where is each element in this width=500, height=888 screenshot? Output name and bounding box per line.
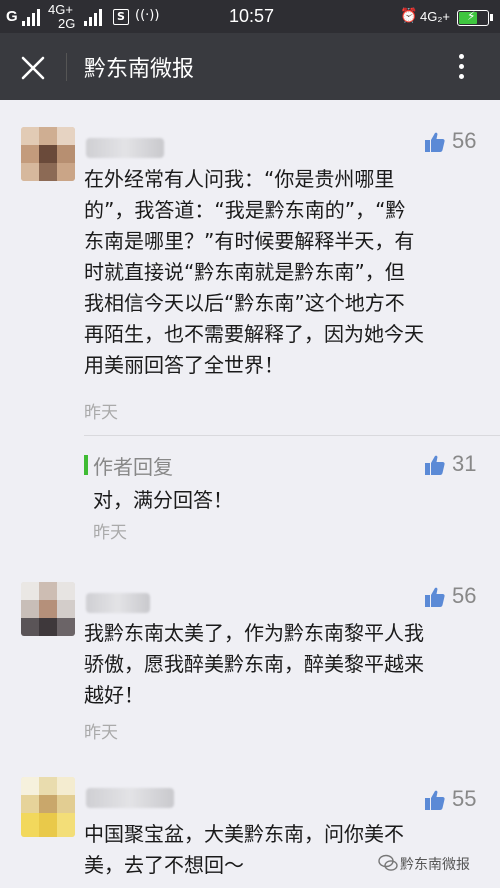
thumbs-up-icon [425, 790, 445, 810]
author-reply-text: 对，满分回答！ [93, 488, 233, 512]
avatar [21, 127, 75, 181]
nickname-blurred [86, 593, 150, 613]
battery-icon: ⚡ [457, 9, 493, 26]
like-button[interactable]: 55 [424, 786, 494, 816]
thumbs-up-icon [425, 132, 445, 152]
thumbs-up-icon [425, 587, 445, 607]
close-icon[interactable] [20, 55, 46, 81]
reply-like-count: 31 [452, 451, 477, 476]
reply-divider [84, 435, 500, 436]
like-button[interactable]: 56 [424, 583, 494, 613]
page-title: 黔东南微报 [84, 57, 195, 82]
more-menu-icon[interactable] [452, 51, 472, 83]
title-bar: 黔东南微报 [0, 33, 500, 100]
s-app-icon: S [113, 9, 129, 25]
carrier-label: G [6, 8, 18, 25]
comment-text: 我黔东南太美了，作为黔东南黎平人我 骄傲，愿我醉美黔东南，醉美黎平越来 越好！ [84, 621, 424, 707]
thumbs-up-icon [425, 455, 445, 475]
avatar [21, 582, 75, 636]
watermark-text: 黔东南微报 [400, 857, 470, 873]
comment-time: 昨天 [84, 723, 118, 743]
nav-divider [66, 53, 67, 81]
like-button[interactable]: 56 [424, 128, 494, 158]
signal-icon [22, 8, 42, 26]
comment-time: 昨天 [84, 403, 118, 423]
like-count: 56 [452, 128, 477, 153]
network-label-2: 2G [58, 16, 76, 31]
reply-like-button[interactable]: 31 [424, 451, 494, 481]
reply-accent-bar [84, 455, 88, 475]
comment-text: 在外经常有人问我：“你是贵州哪里 的”，我答道：“我是黔东南的”，“黔 东南是哪… [84, 167, 424, 377]
status-bar: G 4G+ 2G S ((·)) 10:57 ⏰ 4G₂+ ⚡ [0, 0, 500, 33]
nickname-blurred [86, 788, 174, 808]
clock: 10:57 [229, 6, 275, 26]
author-reply-label: 作者回复 [93, 455, 173, 479]
wechat-logo-icon [378, 854, 398, 871]
like-count: 55 [452, 786, 477, 811]
author-reply-time: 昨天 [93, 523, 127, 543]
alarm-icon: ⏰ [400, 8, 418, 24]
network-label-right: 4G₂+ [420, 9, 450, 24]
nickname-blurred [86, 138, 164, 158]
signal-icon-2 [84, 8, 104, 26]
nfc-icon: ((·)) [135, 8, 160, 23]
avatar [21, 777, 75, 837]
like-count: 56 [452, 583, 477, 608]
network-label-1: 4G+ [48, 2, 73, 17]
